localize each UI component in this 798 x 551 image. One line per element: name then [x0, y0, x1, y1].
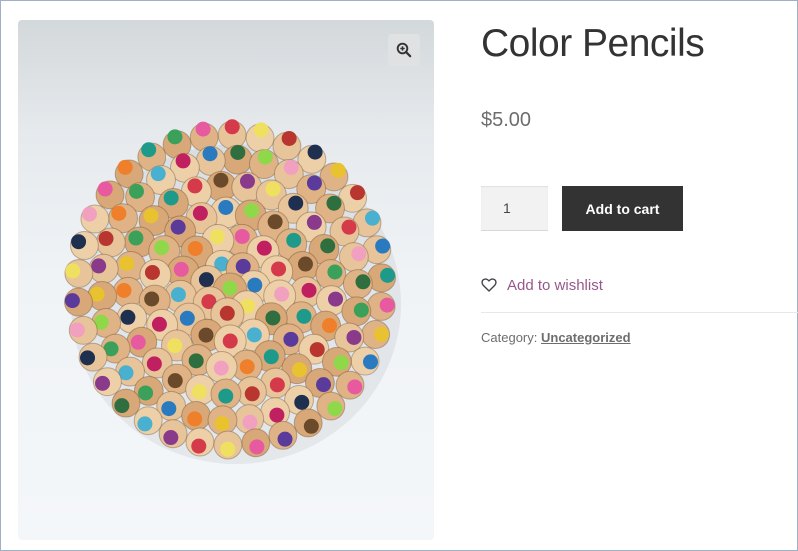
category-link[interactable]: Uncategorized [541, 330, 631, 345]
category-label: Category: [481, 330, 538, 345]
divider [481, 312, 798, 313]
magnifier-plus-icon [396, 42, 412, 58]
product-meta: Category: Uncategorized [481, 330, 631, 345]
pencils-photo [64, 119, 401, 464]
product-price: $5.00 [481, 109, 532, 131]
heart-outline-icon [481, 278, 497, 292]
quantity-input[interactable] [481, 186, 548, 231]
zoom-button[interactable] [388, 34, 420, 66]
product-image[interactable] [18, 20, 434, 540]
product-title: Color Pencils [481, 22, 705, 65]
wishlist-label: Add to wishlist [507, 276, 603, 294]
add-to-cart-button[interactable]: Add to cart [562, 186, 683, 231]
add-to-wishlist-link[interactable]: Add to wishlist [481, 275, 603, 295]
